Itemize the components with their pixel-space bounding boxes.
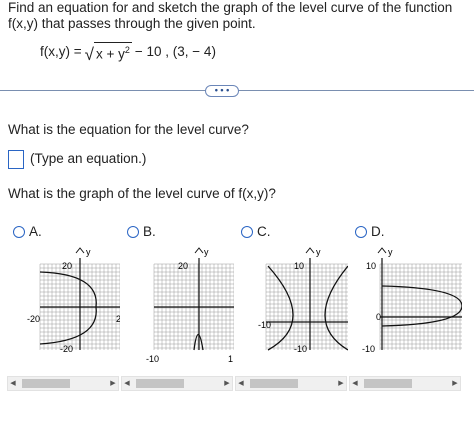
scroll-right-icon[interactable]: ▶ xyxy=(450,377,460,390)
tick-label-top: 20 xyxy=(62,261,72,271)
option-c[interactable]: C. xyxy=(241,224,271,239)
scroll-thumb[interactable] xyxy=(22,379,70,388)
tick-label-left: -10 xyxy=(258,320,271,330)
grid xyxy=(265,263,348,350)
graph-a[interactable]: y 20 -20 2 -20 xyxy=(10,244,120,364)
option-b[interactable]: B. xyxy=(127,224,156,239)
tick-label-top: 10 xyxy=(294,261,304,271)
tick-label-middle: 0 xyxy=(376,312,381,322)
y-arrow-icon xyxy=(377,247,387,254)
graph-b-scrollbar[interactable]: ◀ ▶ xyxy=(121,376,233,391)
graph-d-scrollbar[interactable]: ◀ ▶ xyxy=(349,376,461,391)
scroll-right-icon[interactable]: ▶ xyxy=(108,377,118,390)
scroll-left-icon[interactable]: ◀ xyxy=(350,377,360,390)
scroll-thumb[interactable] xyxy=(250,379,298,388)
graph-question: What is the graph of the level curve of … xyxy=(8,186,276,201)
graph-b[interactable]: y 20 -10 1 xyxy=(124,244,234,364)
radio-b[interactable] xyxy=(127,225,139,238)
radicand: x + y2 xyxy=(93,42,132,62)
grid xyxy=(379,263,462,350)
graph-c[interactable]: y 10 -10 -10 xyxy=(238,244,348,364)
scroll-thumb[interactable] xyxy=(364,379,412,388)
scroll-left-icon[interactable]: ◀ xyxy=(236,377,246,390)
radical-sign-icon: √ xyxy=(84,44,94,64)
tick-label-bottom: -20 xyxy=(60,344,73,354)
equation-answer-input[interactable] xyxy=(8,150,24,169)
graph-a-scrollbar[interactable]: ◀ ▶ xyxy=(7,376,119,391)
y-arrow-icon xyxy=(75,247,85,254)
tick-label-bottom: -10 xyxy=(362,344,375,354)
function-formula: f(x,y) = √ x + y2 − 10 , (3, − 4) xyxy=(40,42,216,64)
y-arrow-icon xyxy=(305,247,315,254)
sqrt-expression: √ x + y2 xyxy=(84,42,132,64)
option-d-label: D. xyxy=(371,224,385,239)
radio-c[interactable] xyxy=(241,225,253,238)
y-label: y xyxy=(388,247,393,257)
equation-question: What is the equation for the level curve… xyxy=(8,122,249,137)
y-label: y xyxy=(86,247,91,257)
tick-label-right: 1 xyxy=(228,354,233,364)
answer-hint: (Type an equation.) xyxy=(30,151,147,166)
tick-label-right: 2 xyxy=(116,314,120,324)
tick-label-top: 10 xyxy=(366,261,376,271)
graph-c-scrollbar[interactable]: ◀ ▶ xyxy=(235,376,347,391)
option-c-label: C. xyxy=(257,224,271,239)
radio-d[interactable] xyxy=(355,225,367,238)
option-a-label: A. xyxy=(29,224,42,239)
y-arrow-icon xyxy=(194,247,204,254)
scroll-thumb[interactable] xyxy=(136,379,184,388)
option-a[interactable]: A. xyxy=(13,224,42,239)
tick-label-left: -20 xyxy=(27,314,40,324)
radio-a[interactable] xyxy=(13,225,25,238)
tick-label-top: 20 xyxy=(178,261,188,271)
y-label: y xyxy=(316,247,321,257)
option-b-label: B. xyxy=(143,224,156,239)
question-text: Find an equation for and sketch the grap… xyxy=(8,0,453,31)
tick-label-left: -10 xyxy=(146,354,159,364)
scroll-right-icon[interactable]: ▶ xyxy=(222,377,232,390)
formula-lhs: f(x,y) = xyxy=(40,44,82,60)
graph-d[interactable]: y 10 0 -10 xyxy=(352,244,462,364)
scroll-left-icon[interactable]: ◀ xyxy=(8,377,18,390)
option-d[interactable]: D. xyxy=(355,224,385,239)
formula-tail: − 10 , (3, − 4) xyxy=(134,44,216,60)
scroll-right-icon[interactable]: ▶ xyxy=(336,377,346,390)
more-button[interactable]: • • • xyxy=(205,85,239,97)
tick-label-bottom: -10 xyxy=(294,344,307,354)
y-label: y xyxy=(204,247,209,257)
scroll-left-icon[interactable]: ◀ xyxy=(122,377,132,390)
